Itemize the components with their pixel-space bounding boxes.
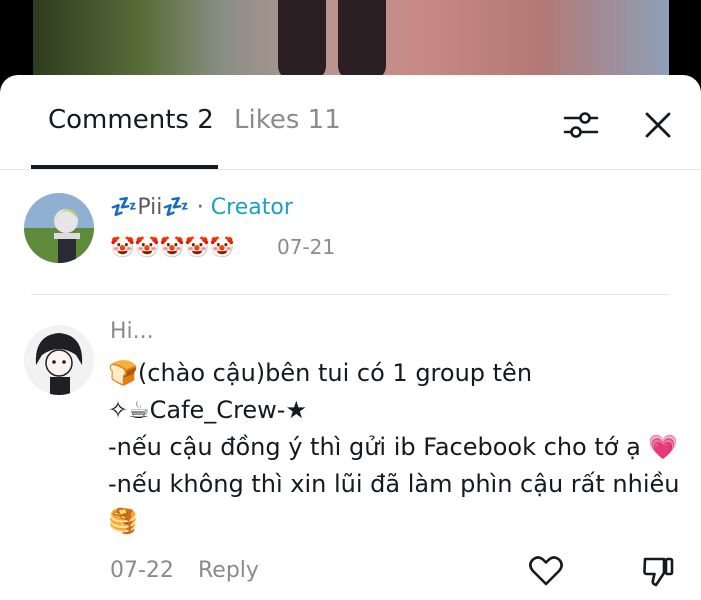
- comment-line: -nếu cậu đồng ý thì gửi ib Facebook cho …: [108, 433, 679, 461]
- heart-icon: [529, 556, 563, 586]
- tab-likes[interactable]: Likes 11: [234, 105, 341, 135]
- video-figure-leg: [278, 0, 326, 80]
- avatar-image: [24, 325, 94, 395]
- creator-badge: Creator: [210, 195, 293, 220]
- divider: [31, 294, 670, 295]
- comment-author-row: 💤Pii💤 · Creator: [110, 195, 293, 220]
- comment-date: 07-22: [110, 558, 174, 583]
- close-icon: [645, 112, 671, 138]
- badge-separator: ·: [196, 195, 204, 220]
- comment-line: 🍞(chào cậu)bên tui có 1 group tên: [108, 359, 533, 387]
- dislike-button[interactable]: [640, 553, 676, 589]
- active-tab-indicator: [31, 165, 218, 169]
- comment-text: 🤡🤡🤡🤡🤡: [110, 235, 235, 259]
- comment-author-name[interactable]: 💤Pii💤: [110, 195, 190, 220]
- comment-author-name[interactable]: Hi...: [110, 319, 154, 344]
- avatar-image: [24, 193, 94, 263]
- thumbs-down-icon: [643, 557, 674, 587]
- comment-text: 🍞(chào cậu)bên tui có 1 group tên ✧☕Cafe…: [108, 355, 680, 540]
- tab-comments[interactable]: Comments 2: [48, 105, 214, 135]
- avatar[interactable]: [24, 325, 94, 395]
- comment-line: 🥞: [108, 507, 138, 535]
- comment-line: ✧☕Cafe_Crew-★: [108, 396, 307, 424]
- comment-line: -nếu không thì xin lũi đã làm phìn cậu r…: [108, 470, 680, 498]
- tab-bar: Comments 2 Likes 11: [0, 75, 701, 170]
- close-button[interactable]: [638, 105, 678, 145]
- reply-button[interactable]: Reply: [198, 558, 259, 583]
- filter-button[interactable]: [561, 105, 601, 145]
- comments-sheet: Comments 2 Likes 11 💤Pii💤 · Creator 🤡🤡🤡🤡…: [0, 75, 701, 600]
- video-figure-leg: [338, 0, 386, 80]
- sliders-icon: [563, 112, 599, 138]
- like-button[interactable]: [528, 553, 564, 589]
- avatar[interactable]: [24, 193, 94, 263]
- comment-date: 07-21: [277, 235, 336, 259]
- video-preview: [33, 0, 669, 80]
